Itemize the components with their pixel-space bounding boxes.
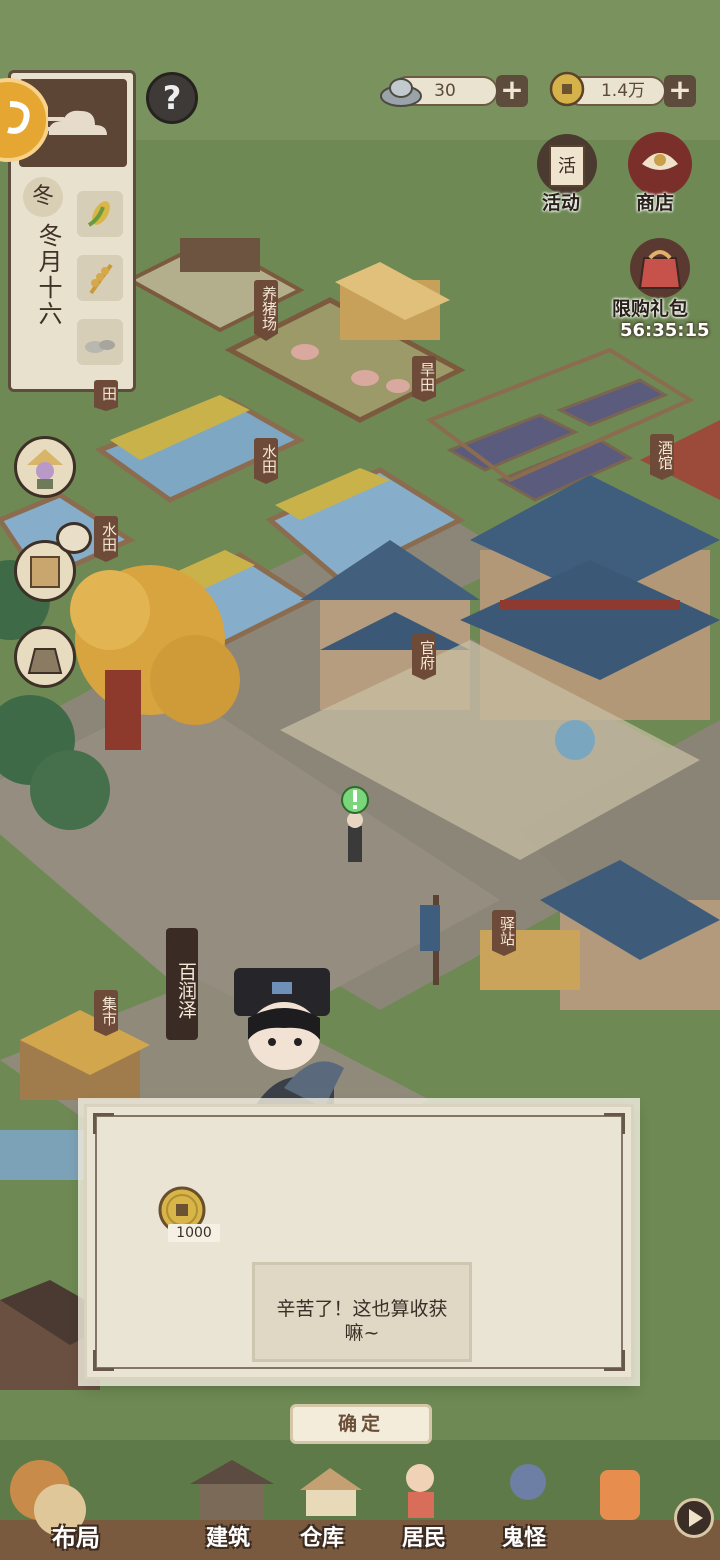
plaque-paddy-3[interactable]: 水田 <box>94 516 118 562</box>
plaque-tavern[interactable]: 酒馆 <box>650 434 674 480</box>
season-slot-weather[interactable] <box>77 319 123 365</box>
svg-text:活: 活 <box>558 156 576 177</box>
plaque-pig-farm[interactable]: 养猪场 <box>254 280 278 341</box>
lunar-date: 冬月十六 <box>34 223 62 327</box>
dialog-corner-tr <box>604 1113 625 1134</box>
season-slot-grain[interactable] <box>77 255 123 301</box>
add-coin-button[interactable]: + <box>664 75 696 107</box>
nav-residents-label: 居民 <box>402 1526 447 1551</box>
nav-layout-label: 布局 <box>52 1524 100 1552</box>
nav-next-button[interactable] <box>674 1498 714 1538</box>
coin-count: 1.4万 <box>600 81 646 101</box>
season-tag: 冬 <box>23 177 63 217</box>
time-badge-icon[interactable] <box>0 76 48 166</box>
nav-layout[interactable]: 布局 <box>20 1470 120 1552</box>
nav-build-label: 建筑 <box>206 1526 251 1551</box>
shop-label: 商店 <box>636 192 675 214</box>
play-arrow-icon <box>689 1509 703 1527</box>
npc-name-plaque: 百润泽 <box>166 928 198 1040</box>
help-icon: ? <box>162 79 182 117</box>
dialog-message: 辛苦了！这也算收获嘛~ <box>252 1262 472 1362</box>
help-button[interactable]: ? <box>146 72 198 124</box>
plaque-post-station[interactable]: 驿站 <box>492 910 516 956</box>
chat-bubble-icon[interactable] <box>56 522 92 554</box>
season-slot-crop[interactable] <box>77 191 123 237</box>
dialog-corner-bl <box>93 1350 114 1371</box>
limited-gift-button[interactable]: 限购礼包 56:35:15 <box>610 236 710 346</box>
activity-button[interactable]: 活 活动 <box>532 132 602 214</box>
gift-timer: 56:35:15 <box>620 320 710 341</box>
silver-ingot-icon <box>380 78 422 107</box>
gift-bag-icon <box>630 238 690 298</box>
plaque-paddy-1[interactable]: 田 <box>94 380 118 411</box>
nav-spirits[interactable]: 鬼怪 <box>492 1470 572 1551</box>
wheat-icon <box>89 263 113 295</box>
plaque-market[interactable]: 集市 <box>94 990 118 1036</box>
bag-icon <box>27 648 63 674</box>
corn-icon <box>87 201 110 227</box>
copper-coin-icon <box>549 71 585 107</box>
ingot-count: 30 <box>434 81 456 101</box>
npc-scholar-portrait <box>234 968 344 1108</box>
activity-label: 活动 <box>542 192 581 214</box>
plaque-dry-field[interactable]: 旱田 <box>412 356 436 402</box>
shop-button[interactable]: 商店 <box>622 130 698 214</box>
nav-warehouse[interactable]: 仓库 <box>290 1470 370 1551</box>
nav-spirits-label: 鬼怪 <box>502 1526 547 1551</box>
nav-warehouse-label: 仓库 <box>300 1526 345 1551</box>
bag-button[interactable] <box>14 626 76 688</box>
nav-residents[interactable]: 居民 <box>392 1470 472 1551</box>
plaque-government[interactable]: 官府 <box>412 634 436 680</box>
dialog-corner-br <box>604 1350 625 1371</box>
plaque-paddy-2[interactable]: 水田 <box>254 438 278 484</box>
farmer-icon <box>27 449 63 489</box>
nav-build[interactable]: 建筑 <box>196 1470 276 1551</box>
dialog-corner-tl <box>93 1113 114 1134</box>
reward-amount: 1000 <box>168 1224 220 1242</box>
add-ingot-button[interactable]: + <box>496 75 528 107</box>
gift-label: 限购礼包 <box>612 298 689 320</box>
stones-icon <box>85 340 115 353</box>
farmer-avatar-button[interactable] <box>14 436 76 498</box>
